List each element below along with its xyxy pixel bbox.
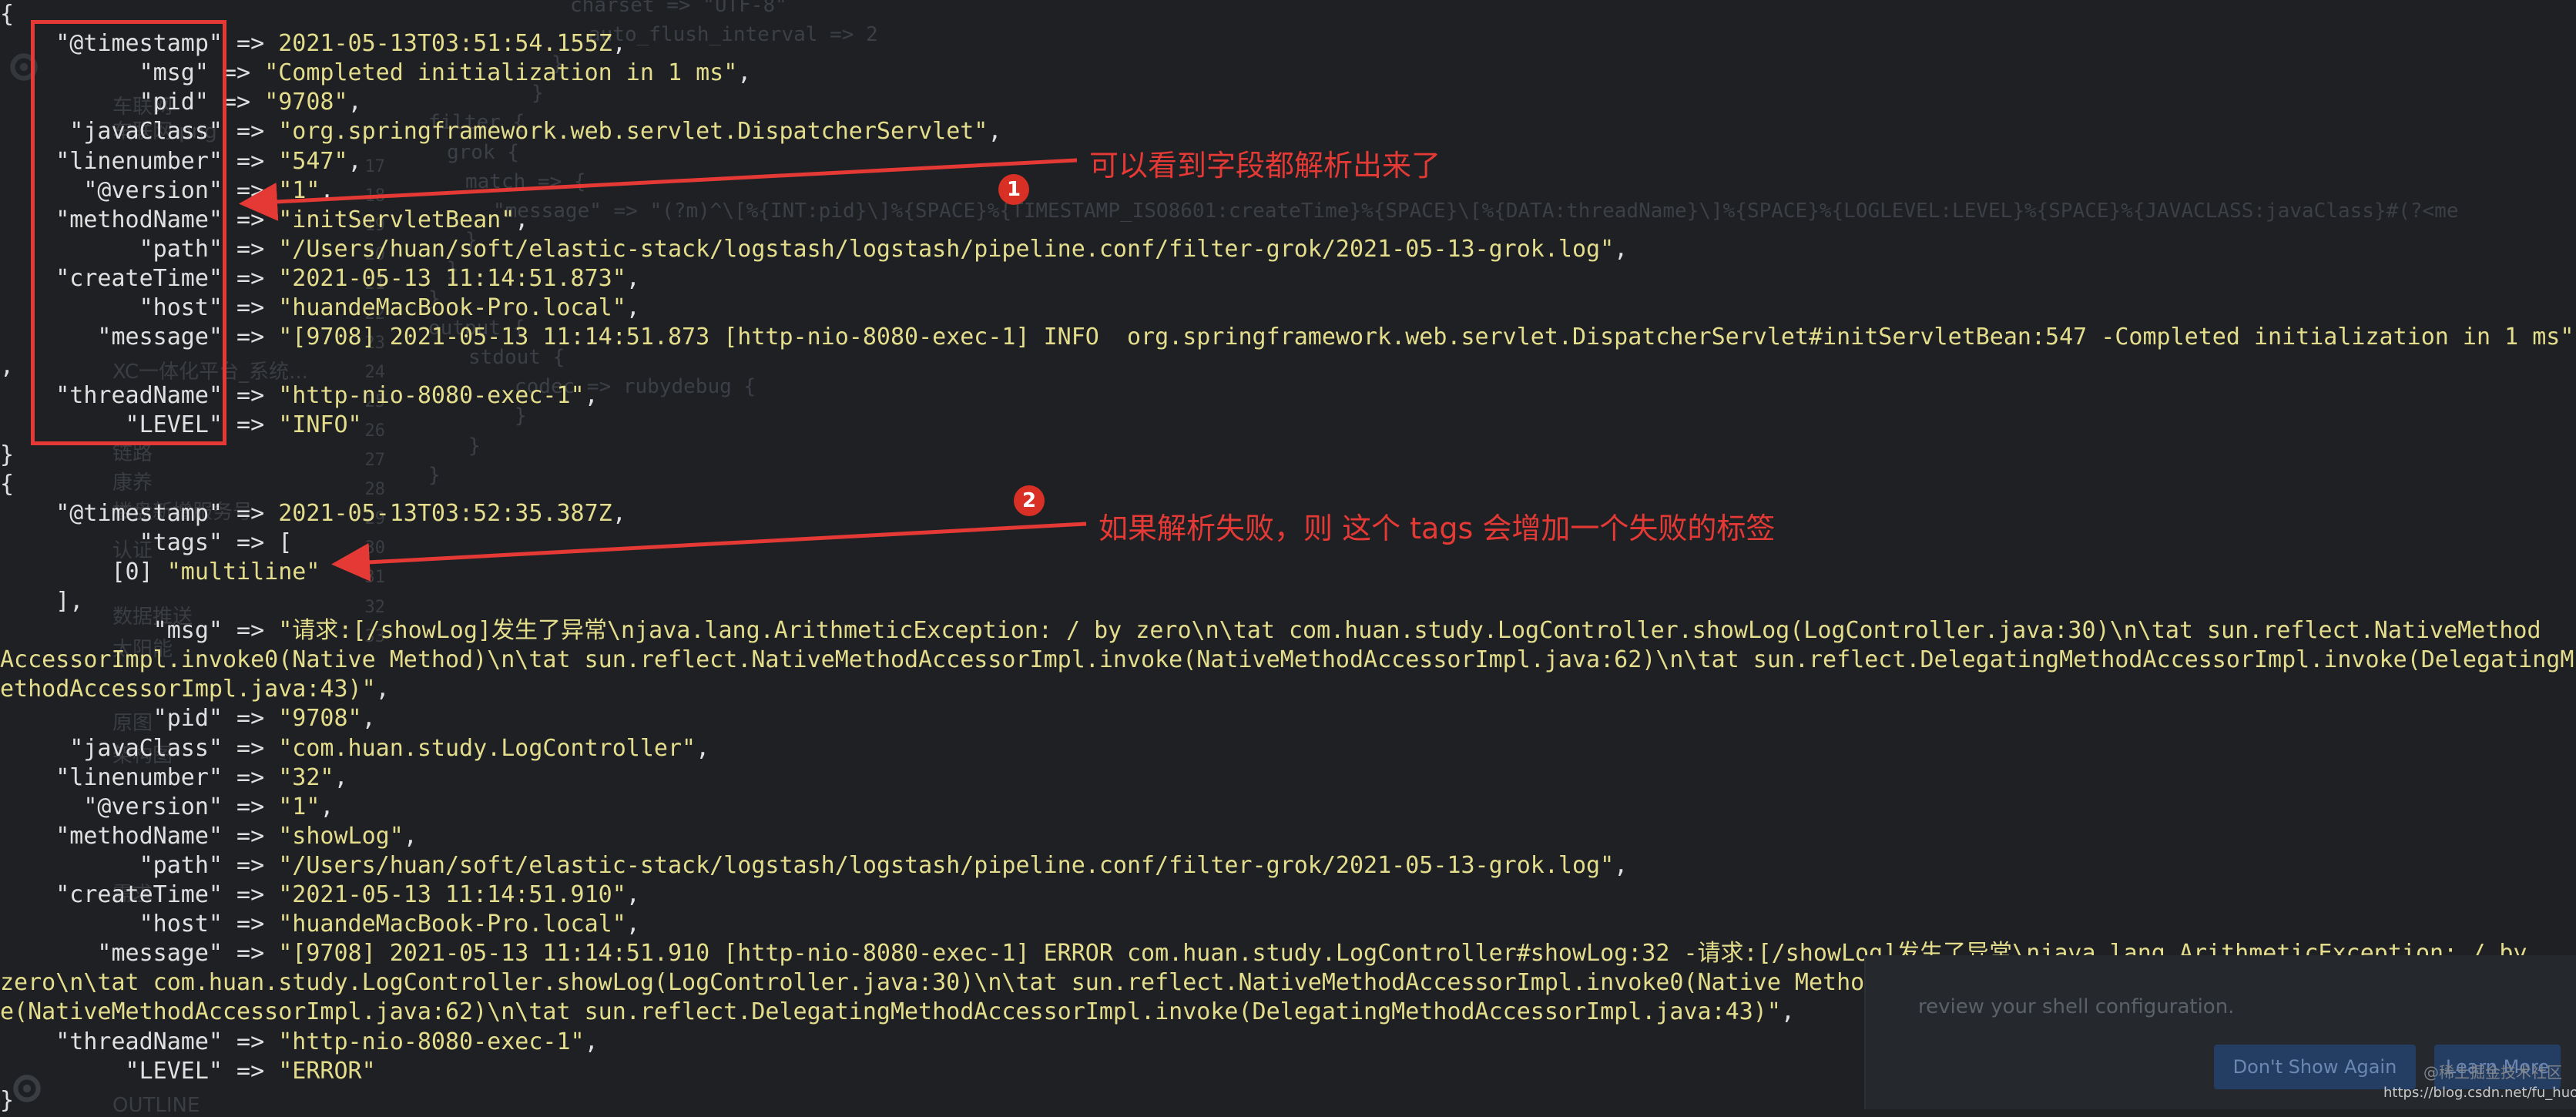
annotation-number-two: 2 xyxy=(1014,485,1045,516)
dont-show-again-button[interactable]: Don't Show Again xyxy=(2214,1045,2416,1089)
watermark-logo-text: @稀土掘金技术社区 xyxy=(2423,1063,2562,1082)
arrow-one xyxy=(239,158,1078,221)
annotation-number-one: 1 xyxy=(998,174,1029,205)
arrow-two xyxy=(331,522,1087,582)
annotation-text-one: 可以看到字段都解析出来了 xyxy=(1089,149,1441,183)
watermark-url: https://blog.csdn.net/fu_huo_1993 xyxy=(2383,1085,2576,1101)
settings-gear-icon[interactable] xyxy=(8,1069,46,1108)
annotation-text-two: 如果解析失败，则 这个 tags 会增加一个失败的标签 xyxy=(1098,512,1776,545)
notification-message: review your shell configuration. xyxy=(1918,995,2235,1018)
